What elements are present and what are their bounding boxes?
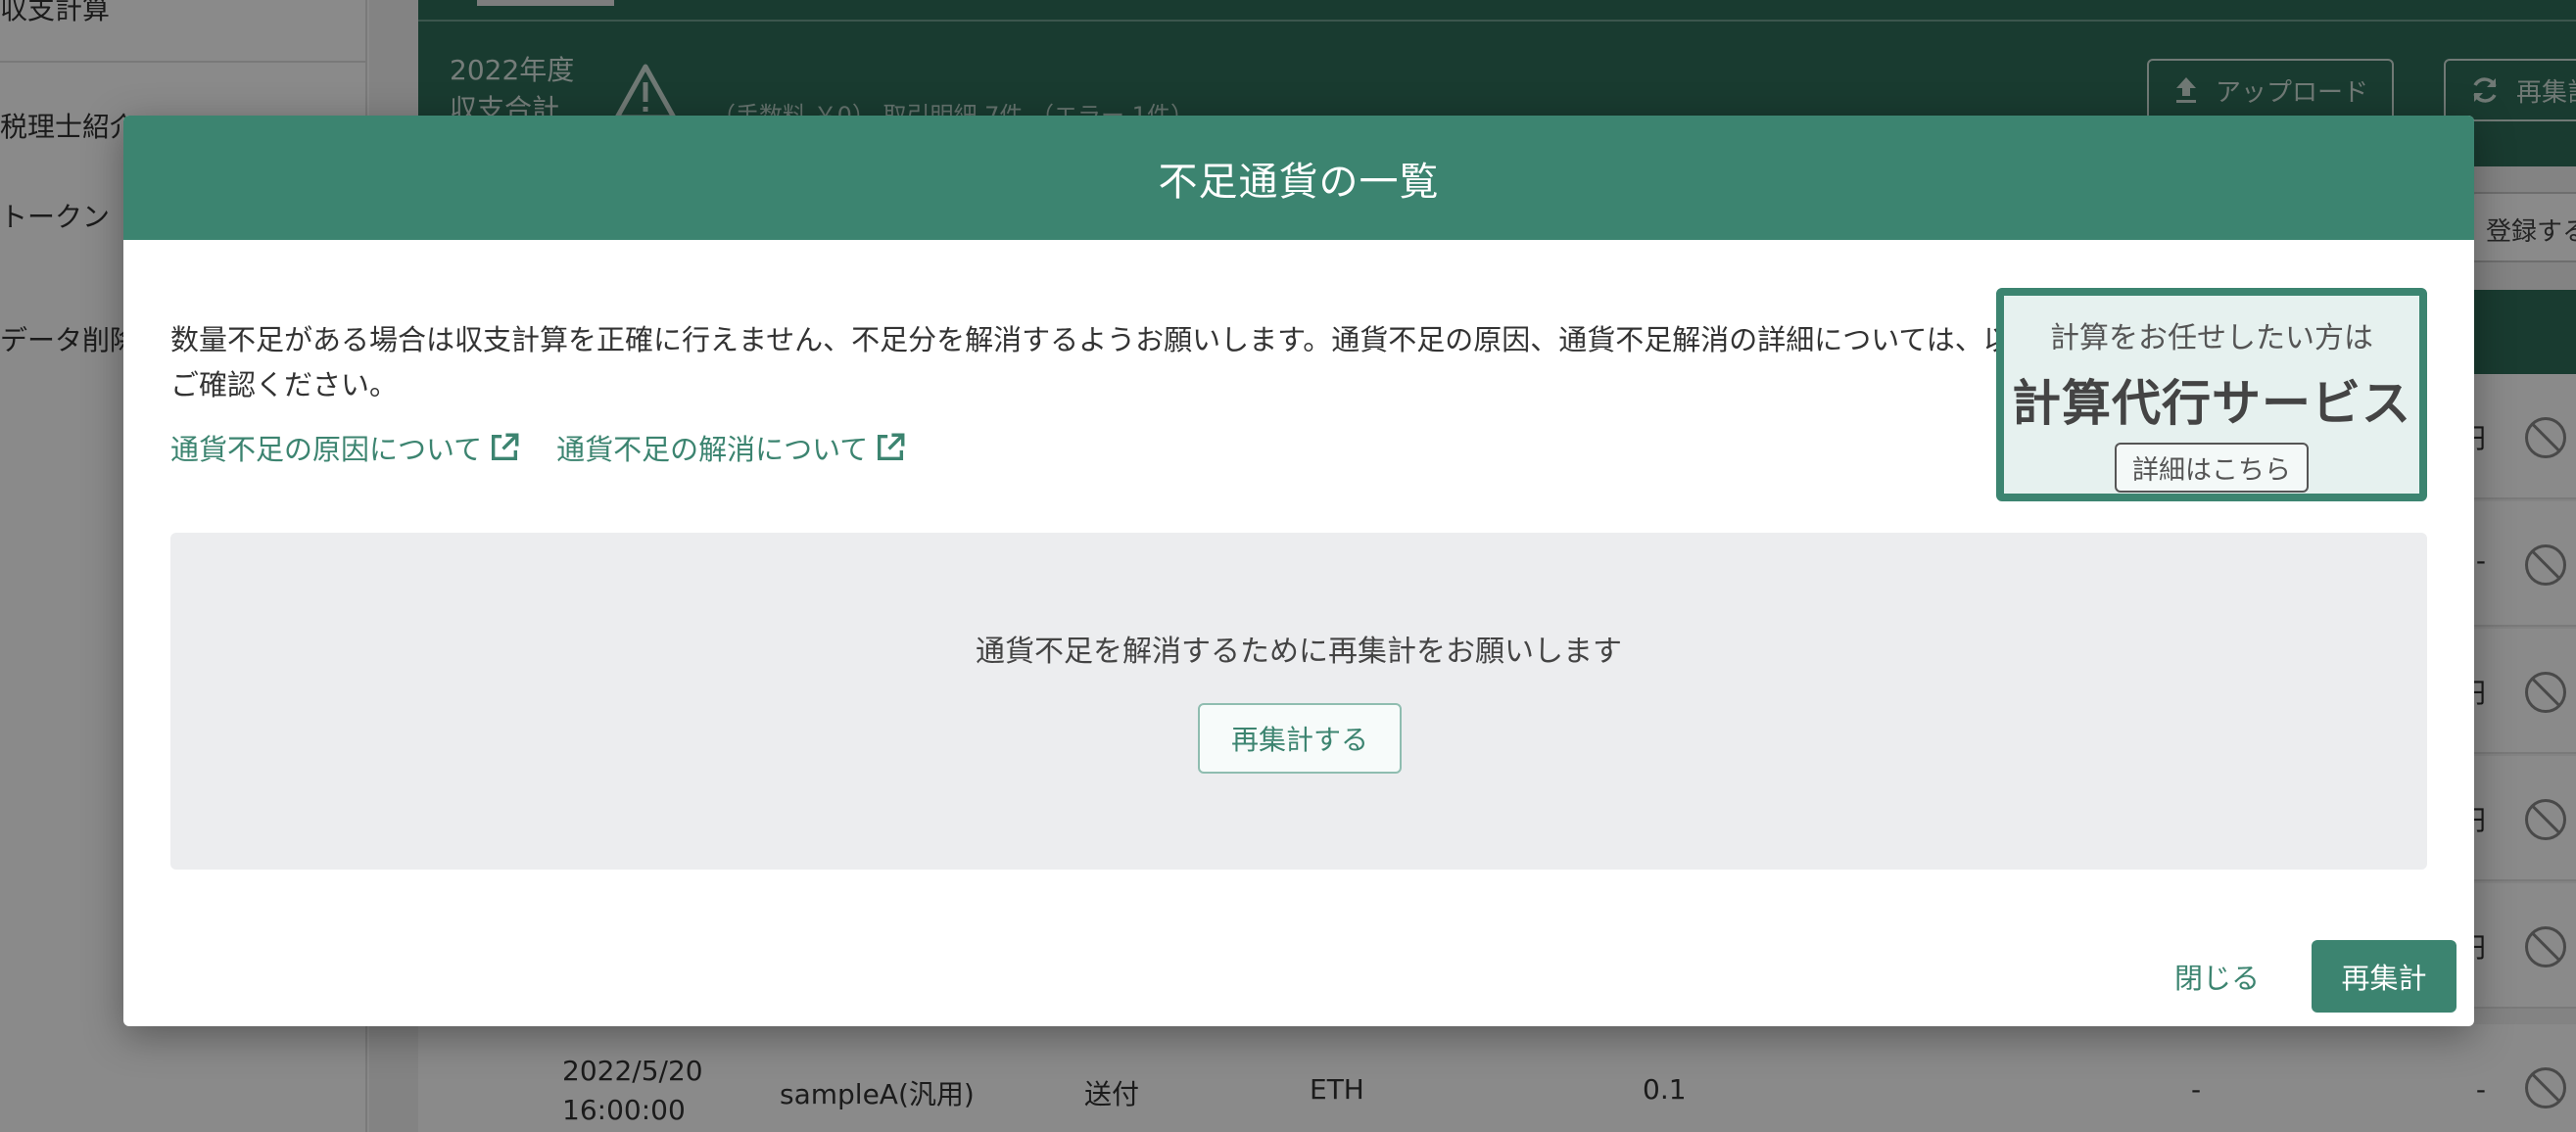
- calc-service-banner[interactable]: 計算をお任せしたい方は 計算代行サービス 詳細はこちら: [1996, 288, 2427, 501]
- shortage-cause-link[interactable]: 通貨不足の原因について: [170, 427, 521, 468]
- close-button[interactable]: 閉じる: [2174, 956, 2260, 997]
- dialog-description: 数量不足がある場合は収支計算を正確に行えません、不足分を解消するようお願いします…: [170, 323, 2069, 401]
- external-link-icon: [878, 433, 905, 461]
- dialog-header: 不足通貨の一覧: [123, 116, 2474, 240]
- shortage-currency-dialog: 不足通貨の一覧 数量不足がある場合は収支計算を正確に行えません、不足分を解消する…: [123, 116, 2474, 1026]
- recalc-message: 通貨不足を解消するために再集計をお願いします: [976, 635, 1622, 669]
- shortage-resolve-link-label: 通貨不足の解消について: [556, 433, 869, 466]
- recalculate-button[interactable]: 再集計: [2312, 940, 2457, 1013]
- recalc-panel: 通貨不足を解消するために再集計をお願いします 再集計する: [170, 533, 2427, 870]
- recalc-button[interactable]: 再集計する: [1198, 703, 1402, 774]
- service-subtitle: 計算をお任せしたい方は: [2050, 321, 2373, 355]
- shortage-resolve-link[interactable]: 通貨不足の解消について: [556, 427, 907, 468]
- dialog-title: 不足通貨の一覧: [1158, 159, 1440, 205]
- external-link-icon: [492, 433, 519, 461]
- shortage-cause-link-label: 通貨不足の原因について: [170, 433, 483, 466]
- service-title: 計算代行サービス: [2012, 375, 2411, 432]
- service-detail-button[interactable]: 詳細はこちら: [2115, 443, 2309, 493]
- help-links: 通貨不足の原因について 通貨不足の解消について: [170, 427, 907, 468]
